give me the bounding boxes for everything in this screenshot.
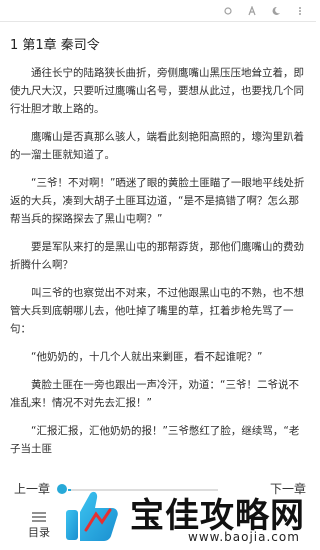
paragraph: 要是军队来打的是黑山屯的那帮孬货，那他们鹰嘴山的费劲折腾什么啊？ [10, 241, 304, 271]
settings-icon[interactable] [222, 5, 234, 17]
paragraph: “汇报汇报，汇他奶奶的报！”三爷憋红了脸，继续骂，“老子当土匪 [10, 425, 300, 455]
chapter-title: 1 第1章 秦司令 [10, 38, 100, 53]
paragraph: 叫三爷的也察觉出不对来，不过他跟黑山屯的不熟，也不想管大兵到底朝哪儿去，他吐掉了… [10, 287, 304, 335]
table-of-contents-label[interactable]: 目录 [28, 524, 50, 540]
site-watermark: 宝佳攻略网 www.baojia.com [60, 480, 316, 550]
watermark-url: www.baojia.com [188, 530, 300, 544]
paragraph: 通往长宁的陆路狭长曲折，旁侧鹰嘴山黑压压地耸立着，即使九尺大汉，只要听过鹰嘴山名… [10, 67, 304, 115]
paragraph: 黄脸土匪在一旁也跟出一声冷汗，劝道：“三爷！二爷说不准乱来！情况不对先去汇报！” [10, 379, 299, 409]
font-icon[interactable] [246, 5, 258, 17]
day-night-icon[interactable] [270, 5, 282, 17]
paragraph: “他奶奶的，十几个人就出来剿匪，看不起谁呢？” [31, 351, 263, 363]
table-of-contents-icon[interactable] [32, 512, 46, 522]
top-toolbar [0, 0, 316, 22]
chapter-body: 通往长宁的陆路狭长曲折，旁侧鹰嘴山黑压压地耸立着，即使九尺大汉，只要听过鹰嘴山名… [10, 64, 306, 468]
more-icon[interactable] [294, 5, 306, 17]
thumbs-up-logo-icon [66, 491, 118, 541]
paragraph: 鹰嘴山是否真那么骇人，端看此刻艳阳高照的，壕沟里趴着的一溜土匪就知道了。 [10, 131, 304, 161]
prev-chapter-button[interactable]: 上一章 [14, 480, 50, 497]
paragraph: “三爷！不对啊！”晒迷了眼的黄脸土匪瞄了一眼地平线处折返的大兵，凑到大胡子土匪耳… [10, 177, 305, 225]
